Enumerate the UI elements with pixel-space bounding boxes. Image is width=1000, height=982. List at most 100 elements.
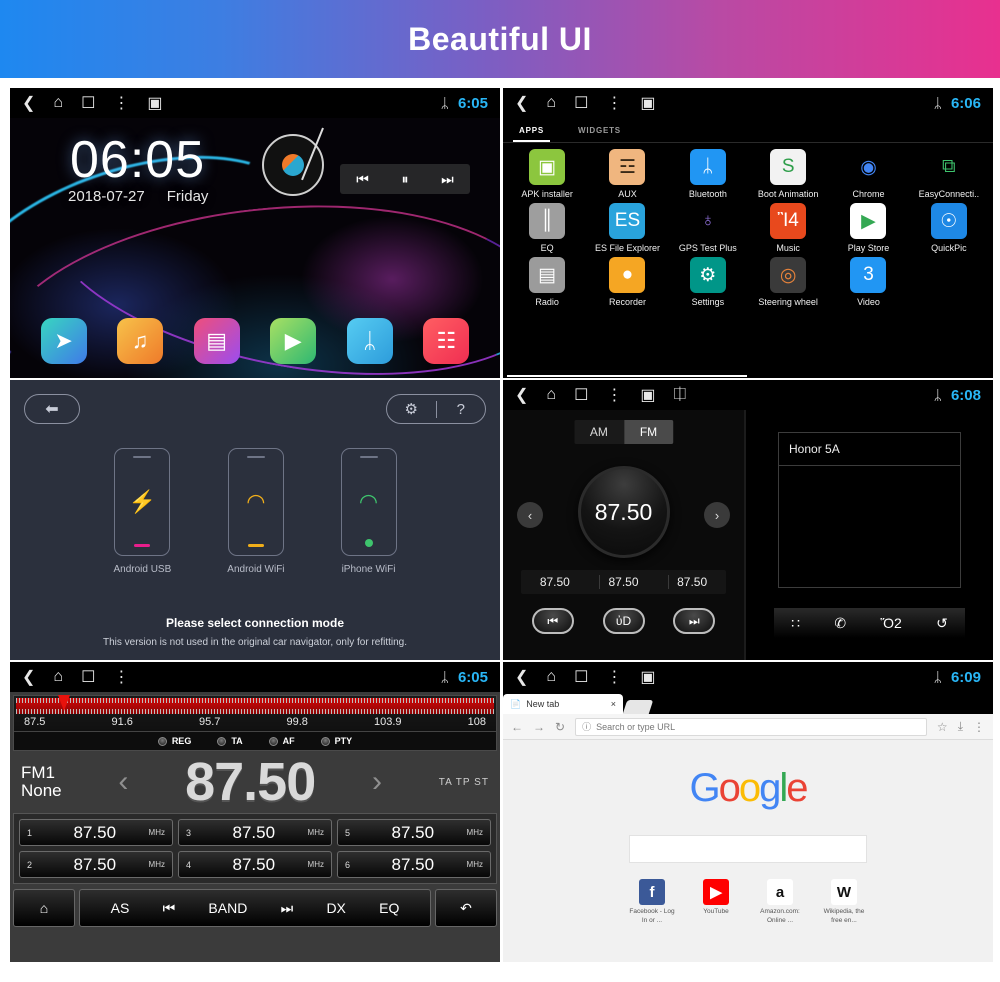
screenshot-icon[interactable]: ▣: [147, 93, 162, 113]
drawer-tab-apps[interactable]: APPS: [513, 122, 550, 142]
connection-mode-android-usb[interactable]: ⚡ Android USB: [113, 448, 171, 575]
bluetooth-device-item[interactable]: Honor 5A: [779, 433, 960, 466]
menu-icon[interactable]: ⋮: [973, 720, 985, 734]
band-tab-fm[interactable]: FM: [623, 420, 674, 444]
connection-mode-android-wifi[interactable]: ◠ Android WiFi: [227, 448, 285, 575]
screenshot-icon[interactable]: ▣: [640, 667, 655, 687]
call-icon[interactable]: ✆: [834, 615, 846, 632]
overflow-menu-icon[interactable]: ⋮: [606, 667, 622, 687]
app-cell[interactable]: ᛦ Bluetooth: [668, 149, 748, 199]
tune-down-button[interactable]: ‹: [517, 502, 543, 528]
contacts-icon[interactable]: Ὅ2: [880, 615, 901, 631]
recents-icon[interactable]: ☐: [574, 667, 588, 687]
back-navigation-icon[interactable]: ←: [511, 720, 523, 734]
screenshot-icon[interactable]: ▣: [640, 385, 655, 405]
tune-down-button[interactable]: ‹: [118, 765, 128, 799]
dock-item-all-apps[interactable]: ☷: [423, 318, 470, 364]
app-cell[interactable]: ▣ APK installer: [507, 149, 587, 199]
preset-button-2[interactable]: 2 87.50 MHz: [19, 851, 173, 878]
tuning-dial[interactable]: 87.50: [577, 466, 670, 558]
recents-icon[interactable]: ☐: [81, 93, 95, 113]
new-tab-button[interactable]: [622, 700, 654, 714]
radio-preset[interactable]: 87.50: [599, 575, 646, 589]
tuner-control-band[interactable]: BAND: [208, 900, 247, 916]
recents-icon[interactable]: ☐: [574, 385, 588, 405]
url-input[interactable]: ⓘ Search or type URL: [575, 717, 927, 736]
back-button[interactable]: ↶: [435, 889, 497, 927]
bookmark-icon[interactable]: ☆: [937, 720, 948, 734]
app-cell[interactable]: ║ EQ: [507, 203, 587, 253]
frequency-scale[interactable]: 87.5 91.6 95.7 99.8 103.9 108 REG TA AF PTY: [13, 695, 497, 751]
settings-icon[interactable]: ⚙: [387, 400, 436, 418]
preset-button-5[interactable]: 5 87.50 MHz: [337, 819, 491, 846]
overflow-menu-icon[interactable]: ⋮: [606, 385, 622, 405]
app-cell[interactable]: 3 Video: [828, 257, 908, 307]
app-cell[interactable]: ▤ Radio: [507, 257, 587, 307]
drawer-tab-widgets[interactable]: WIDGETS: [572, 122, 627, 142]
dock-item-music[interactable]: ♫: [117, 318, 164, 364]
tuner-control-[interactable]: ⏭: [281, 900, 294, 917]
recents-icon[interactable]: ☐: [574, 93, 588, 113]
tune-up-button[interactable]: ›: [704, 502, 730, 528]
dock-item-video[interactable]: ▶: [270, 318, 317, 364]
overflow-menu-icon[interactable]: ⋮: [113, 667, 129, 687]
browser-tab[interactable]: 📄 New tab ×: [503, 694, 623, 714]
tuner-control-eq[interactable]: EQ: [379, 900, 399, 916]
media-prev-button[interactable]: ⏮: [356, 171, 369, 188]
back-icon[interactable]: ❮: [515, 385, 528, 405]
media-pause-button[interactable]: ⏸: [402, 171, 409, 188]
exit-button[interactable]: ⬅: [24, 394, 80, 424]
app-cell[interactable]: ♁ GPS Test Plus: [668, 203, 748, 253]
app-cell[interactable]: ☲ AUX: [587, 149, 667, 199]
preset-button-3[interactable]: 3 87.50 MHz: [178, 819, 332, 846]
home-icon[interactable]: ⌂: [53, 94, 63, 112]
rds-pty[interactable]: PTY: [320, 736, 352, 746]
app-cell[interactable]: ☉ QuickPic: [909, 203, 989, 253]
app-cell[interactable]: ◉ Chrome: [828, 149, 908, 199]
rds-af[interactable]: AF: [268, 736, 295, 746]
shortcut-tile[interactable]: a Amazon.com: Online ...: [756, 879, 804, 926]
scale-strip[interactable]: [16, 695, 494, 714]
dock-item-bluetooth[interactable]: ᛦ: [346, 318, 393, 364]
rds-reg[interactable]: REG: [157, 736, 191, 746]
back-icon[interactable]: ❮: [515, 93, 528, 113]
download-icon[interactable]: ⤓: [958, 719, 963, 734]
shortcut-tile[interactable]: f Facebook - Log In or ...: [628, 879, 676, 926]
tune-up-button[interactable]: ›: [372, 765, 382, 799]
forward-navigation-icon[interactable]: →: [533, 720, 545, 734]
back-icon[interactable]: ❮: [22, 93, 35, 113]
app-cell[interactable]: ⚙ Settings: [668, 257, 748, 307]
radio-preset[interactable]: 87.50: [668, 575, 715, 589]
app-cell[interactable]: ● Recorder: [587, 257, 667, 307]
home-icon[interactable]: ⌂: [546, 668, 556, 686]
help-icon[interactable]: ?: [435, 400, 486, 418]
reload-icon[interactable]: ↻: [555, 720, 565, 734]
ntp-search-box[interactable]: [629, 835, 867, 863]
overflow-menu-icon[interactable]: ⋮: [113, 93, 129, 113]
app-cell[interactable]: Ἲ4 Music: [748, 203, 828, 253]
preset-button-1[interactable]: 1 87.50 MHz: [19, 819, 173, 846]
app-cell[interactable]: ◎ Steering wheel: [748, 257, 828, 307]
app-cell[interactable]: S Boot Animation: [748, 149, 828, 199]
recents-icon[interactable]: ☐: [81, 667, 95, 687]
dialpad-icon[interactable]: ∷: [791, 615, 800, 632]
shortcut-tile[interactable]: W Wikipedia, the free en...: [820, 879, 868, 926]
overflow-menu-icon[interactable]: ⋮: [606, 93, 622, 113]
back-icon[interactable]: ❮: [22, 667, 35, 687]
shortcut-tile[interactable]: ▶ YouTube: [692, 879, 740, 926]
dock-item-radio[interactable]: ▤: [193, 318, 240, 364]
home-icon[interactable]: ⌂: [546, 386, 556, 404]
dock-item-navigation[interactable]: ➤: [40, 318, 87, 364]
preset-button-6[interactable]: 6 87.50 MHz: [337, 851, 491, 878]
radio-preset[interactable]: 87.50: [532, 575, 578, 589]
connection-mode-iphone-wifi[interactable]: ◠ iPhone WiFi: [340, 448, 397, 575]
close-icon[interactable]: ×: [611, 699, 616, 709]
app-cell[interactable]: ▶ Play Store: [828, 203, 908, 253]
home-icon[interactable]: ⌂: [546, 94, 556, 112]
back-icon[interactable]: ❮: [515, 667, 528, 687]
app-cell[interactable]: ⧉ EasyConnecti..: [909, 149, 989, 199]
band-tab-am[interactable]: AM: [573, 420, 624, 444]
home-icon[interactable]: ⌂: [53, 668, 63, 686]
screenshot-icon[interactable]: ▣: [640, 93, 655, 113]
rds-ta[interactable]: TA: [217, 736, 243, 746]
